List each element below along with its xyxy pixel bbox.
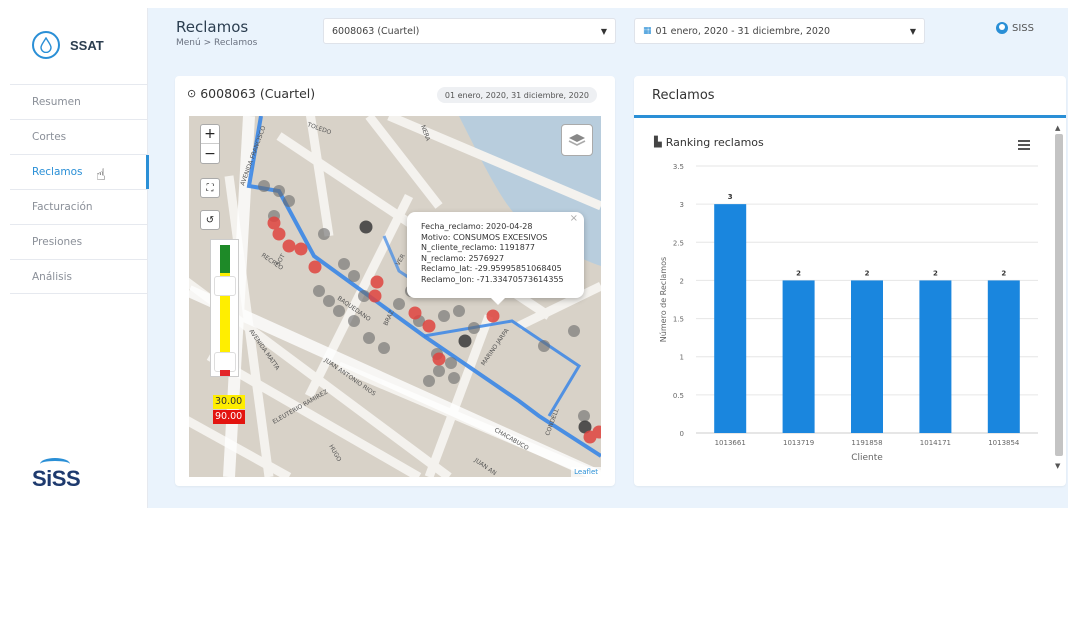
water-drop-icon [32,31,60,59]
hand-pointer-icon: ☝ [96,165,106,184]
popup-motivo: Motivo: CONSUMOS EXCESIVOS [421,232,548,242]
scrollbar[interactable]: ▲ ▼ [1053,124,1065,474]
x-axis-title: Cliente [851,453,883,463]
close-icon[interactable]: × [570,213,578,225]
legend-red-value: 90.00 [213,410,245,424]
x-tick-label: 1014171 [920,439,951,447]
slider-handle-upper[interactable] [214,276,236,296]
app-logo-text: SSAT [70,37,104,53]
bar-data-label: 2 [933,269,938,277]
page-title: Reclamos [176,18,249,36]
sidebar-item-label: Resumen [32,96,81,108]
breadcrumb: Menú > Reclamos [176,38,258,48]
sidebar-item-analisis[interactable]: Análisis [10,259,148,294]
x-tick-label: 1013719 [783,439,814,447]
bar-data-label: 3 [728,193,733,201]
slider-green-band [220,245,230,273]
zoom-out-button[interactable]: − [201,144,219,163]
bar-data-label: 2 [865,269,870,277]
chart-bar [714,204,747,433]
legend-yellow-value: 30.00 [213,395,245,409]
chart-card: Reclamos ▙ Ranking reclamos 0 0.5 1 1.5 2 2.5… [634,76,1066,486]
client-select-value: 6008063 (Cuartel) [332,25,420,37]
date-range-select[interactable]: ▦ 01 enero, 2020 - 31 diciembre, 2020 ▼ [634,18,925,44]
calendar-icon: ▦ [643,26,652,36]
map-attribution-link[interactable]: Leaflet [571,467,601,477]
sidebar-item-label: Reclamos [32,166,83,178]
client-select[interactable]: 6008063 (Cuartel) ▼ [323,18,616,44]
chart-bar [919,280,952,433]
scroll-up-icon[interactable]: ▲ [1055,124,1060,132]
sidebar-item-reclamos[interactable]: Reclamos ☝ [10,154,149,189]
chevron-down-icon: ▼ [909,27,916,36]
y-tick-label: 2 [680,277,684,285]
y-tick-label: 3.5 [673,163,684,171]
popup-lon: Reclamo_lon: -71.33470573614355 [421,274,564,284]
reset-view-icon[interactable]: ↺ [200,210,220,230]
popup-lat: Reclamo_lat: -29.95995851068405 [421,264,562,273]
y-tick-label: 1 [680,354,684,362]
app-window: SSAT Resumen Cortes Reclamos ☝ Facturació… [0,0,1068,617]
fullscreen-icon[interactable]: ⛶ [200,178,220,198]
slider-handle-lower[interactable] [214,352,236,372]
y-tick-label: 3 [680,201,684,209]
sidebar-item-resumen[interactable]: Resumen [10,84,148,119]
y-tick-label: 1.5 [673,316,684,324]
sidebar-item-facturacion[interactable]: Facturación [10,189,148,224]
chevron-down-icon: ▼ [600,27,607,36]
y-tick-label: 0 [680,430,684,438]
x-tick-label: 1013854 [988,439,1020,447]
sidebar-item-presiones[interactable]: Presiones [10,224,148,259]
y-tick-label: 0.5 [673,392,684,400]
sidebar-nav: Resumen Cortes Reclamos ☝ Facturación Pre… [10,84,149,294]
map-view[interactable]: AVENIDA FRANCISCO BAQUEDANO JUAN ANTONIO… [189,116,601,477]
siss-logo: SiSS [32,466,81,491]
user-icon [996,22,1008,34]
sidebar-item-label: Cortes [32,131,67,143]
sidebar-item-cortes[interactable]: Cortes [10,119,148,154]
sidebar: SSAT Resumen Cortes Reclamos ☝ Facturació… [10,8,149,508]
sidebar-item-label: Presiones [32,236,83,248]
chart-bar [782,280,815,433]
date-range-value: 01 enero, 2020 - 31 diciembre, 2020 [655,25,831,37]
user-menu[interactable]: SISS [996,22,1034,34]
location-pin-icon: ⊙ [187,87,197,100]
app-logo[interactable]: SSAT [32,28,104,62]
y-axis-title: Número de Reclamos [659,257,668,342]
ranking-bar-chart: 0 0.5 1 1.5 2 2.5 3 3.5 3 1013661 2 1013719 2 1191858… [659,163,1038,463]
chart-bar [851,280,883,433]
map-card-title: ⊙ 6008063 (Cuartel) [187,86,315,101]
marker-popup: × Fecha_reclamo: 2020-04-28 Motivo: CONS… [407,212,584,305]
x-tick-label: 1013661 [715,439,746,447]
popup-cliente: N_cliente_reclamo: 1191877 [421,243,535,252]
bar-data-label: 2 [1001,269,1006,277]
zoom-in-button[interactable]: + [201,125,219,144]
sidebar-item-label: Análisis [32,270,72,283]
map-card: ⊙ 6008063 (Cuartel) 01 enero, 2020, 31 d… [175,76,615,486]
sidebar-item-label: Facturación [32,201,93,213]
x-tick-label: 1191858 [851,439,882,447]
y-tick-label: 2.5 [673,239,684,247]
map-card-title-text: 6008063 (Cuartel) [200,86,316,101]
range-slider[interactable] [210,239,239,377]
date-range-badge: 01 enero, 2020, 31 diciembre, 2020 [436,87,597,103]
zoom-control: + − [200,124,220,164]
scroll-down-icon[interactable]: ▼ [1055,462,1060,470]
scrollbar-thumb[interactable] [1055,134,1063,456]
bar-data-label: 2 [796,269,801,277]
popup-reclamo: N_reclamo: 2576927 [421,253,505,263]
header: Reclamos Menú > Reclamos 6008063 (Cuarte… [148,8,1068,66]
layers-icon[interactable] [561,124,593,156]
popup-fecha: Fecha_reclamo: 2020-04-28 [421,222,533,231]
slider-red-band [220,370,230,376]
user-name: SISS [1012,22,1034,34]
chart-bar [987,280,1020,433]
